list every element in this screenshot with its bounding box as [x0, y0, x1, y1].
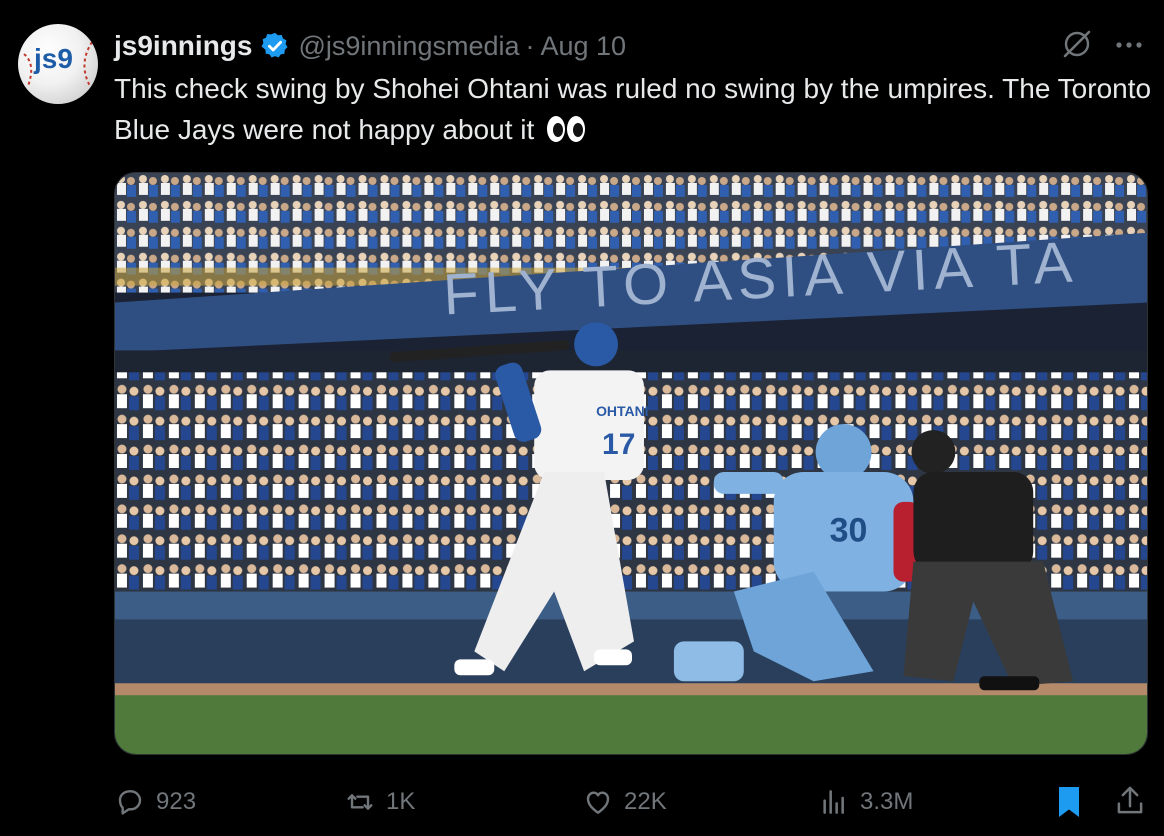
bookmark-icon[interactable] [1054, 784, 1084, 820]
avatar-logo-text: js9 [33, 43, 73, 74]
grok-icon[interactable] [1060, 27, 1094, 61]
heart-icon [586, 791, 610, 814]
more-icon[interactable] [1112, 30, 1146, 60]
tweet-body: This check swing by Shohei Ohtani was ru… [114, 73, 1152, 145]
verified-badge-icon [261, 32, 288, 58]
repost-icon [347, 794, 373, 810]
reply-count: 923 [156, 788, 197, 815]
tweet-video[interactable]: FLY TO ASIA VIA TA OHTANI 17 30 [114, 172, 1148, 755]
reply-icon [118, 790, 142, 815]
views-chart-icon [823, 790, 844, 814]
tweet-text: This check swing by Shohei Ohtani was ru… [114, 68, 1154, 150]
video-frame: FLY TO ASIA VIA TA OHTANI 17 30 [115, 173, 1147, 754]
baseball-logo-icon: js9 [23, 41, 93, 87]
repost-count: 1K [386, 788, 416, 815]
views-count: 3.3M [860, 788, 914, 815]
eyes-emoji-icon [547, 115, 586, 142]
tweet-header: js9innings @js9inningsmedia · Aug 10 [114, 26, 626, 66]
like-button[interactable]: 22K [582, 780, 667, 824]
repost-button[interactable]: 1K [344, 780, 415, 824]
action-bar: 923 1K 22K 3.3M [0, 780, 1164, 824]
tweet: js9 js9innings @js9inningsmedia · Aug 10… [0, 0, 1164, 836]
separator-dot: · [525, 30, 535, 61]
share-icon[interactable] [1114, 784, 1146, 818]
like-count: 22K [624, 788, 667, 815]
catcher-number: 30 [830, 512, 868, 550]
jersey-name: OHTANI [596, 403, 648, 419]
views-button[interactable]: 3.3M [818, 780, 913, 824]
avatar[interactable]: js9 [18, 24, 98, 104]
tweet-date[interactable]: Aug 10 [541, 31, 627, 62]
jersey-number: 17 [602, 428, 635, 461]
handle[interactable]: @js9inningsmedia [298, 31, 519, 62]
display-name[interactable]: js9innings [114, 30, 252, 62]
reply-button[interactable]: 923 [114, 780, 196, 824]
